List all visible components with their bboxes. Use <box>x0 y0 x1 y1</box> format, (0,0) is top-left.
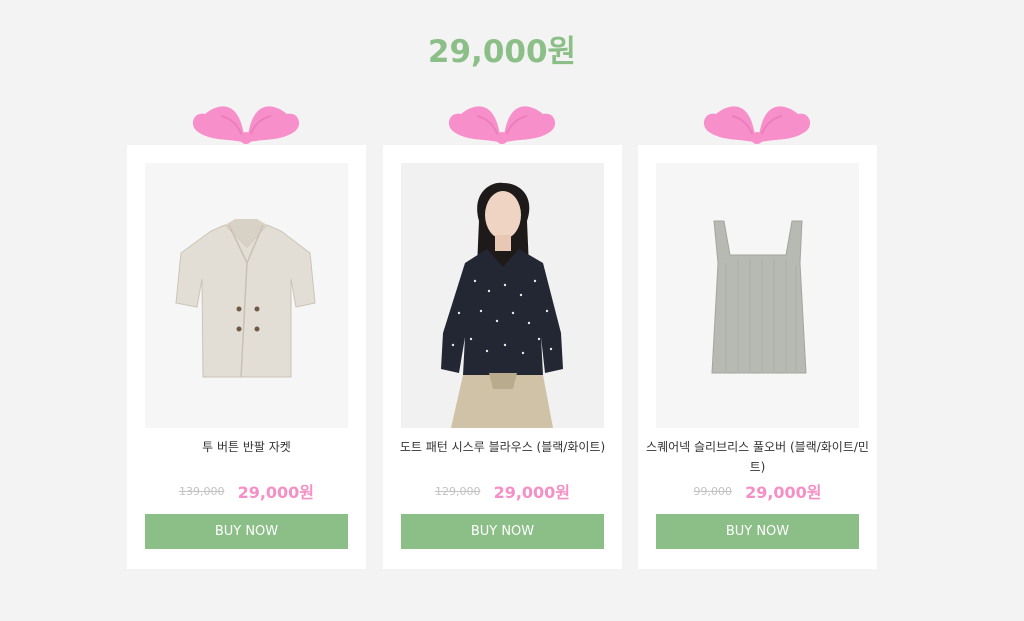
ribbon-bow-icon <box>192 106 300 144</box>
sleeveless-top-image-icon <box>656 163 859 428</box>
buy-now-button[interactable]: BUY NOW <box>656 514 859 549</box>
original-price: 139,000 <box>178 484 225 498</box>
product-image[interactable] <box>145 163 348 428</box>
ribbon-bow-icon <box>448 106 556 144</box>
ribbon-bow-icon <box>703 106 811 144</box>
product-name[interactable]: 투 버튼 반팔 자켓 <box>135 437 358 457</box>
sale-price: 29,000원 <box>493 483 571 502</box>
original-price: 129,000 <box>434 484 481 498</box>
price-row: 139,000 29,000원 <box>127 479 366 503</box>
product-card: 투 버튼 반팔 자켓 139,000 29,000원 BUY NOW <box>127 96 366 569</box>
buy-now-button[interactable]: BUY NOW <box>145 514 348 549</box>
sale-price: 29,000원 <box>237 483 315 502</box>
product-card: 도트 패턴 시스루 블라우스 (블랙/화이트) 129,000 29,000원 … <box>383 96 622 569</box>
sale-price: 29,000원 <box>745 483 822 502</box>
product-image[interactable] <box>401 163 604 428</box>
product-name[interactable]: 스퀘어넥 슬리브리스 풀오버 (블랙/화이트/민트) <box>646 437 869 477</box>
product-card-body: 투 버튼 반팔 자켓 139,000 29,000원 BUY NOW <box>127 145 366 569</box>
product-image[interactable] <box>656 163 859 428</box>
product-card-body: 스퀘어넥 슬리브리스 풀오버 (블랙/화이트/민트) 99,000 29,000… <box>638 145 877 569</box>
page-title: 29,000원 <box>427 34 577 70</box>
price-row: 99,000 29,000원 <box>638 479 877 503</box>
product-card: 스퀘어넥 슬리브리스 풀오버 (블랙/화이트/민트) 99,000 29,000… <box>638 96 877 569</box>
price-row: 129,000 29,000원 <box>383 479 622 503</box>
buy-now-button[interactable]: BUY NOW <box>401 514 604 549</box>
product-card-body: 도트 패턴 시스루 블라우스 (블랙/화이트) 129,000 29,000원 … <box>383 145 622 569</box>
jacket-image-icon <box>145 163 348 428</box>
original-price: 99,000 <box>693 484 732 498</box>
model-photo-icon <box>401 163 604 428</box>
product-name[interactable]: 도트 패턴 시스루 블라우스 (블랙/화이트) <box>391 437 614 457</box>
